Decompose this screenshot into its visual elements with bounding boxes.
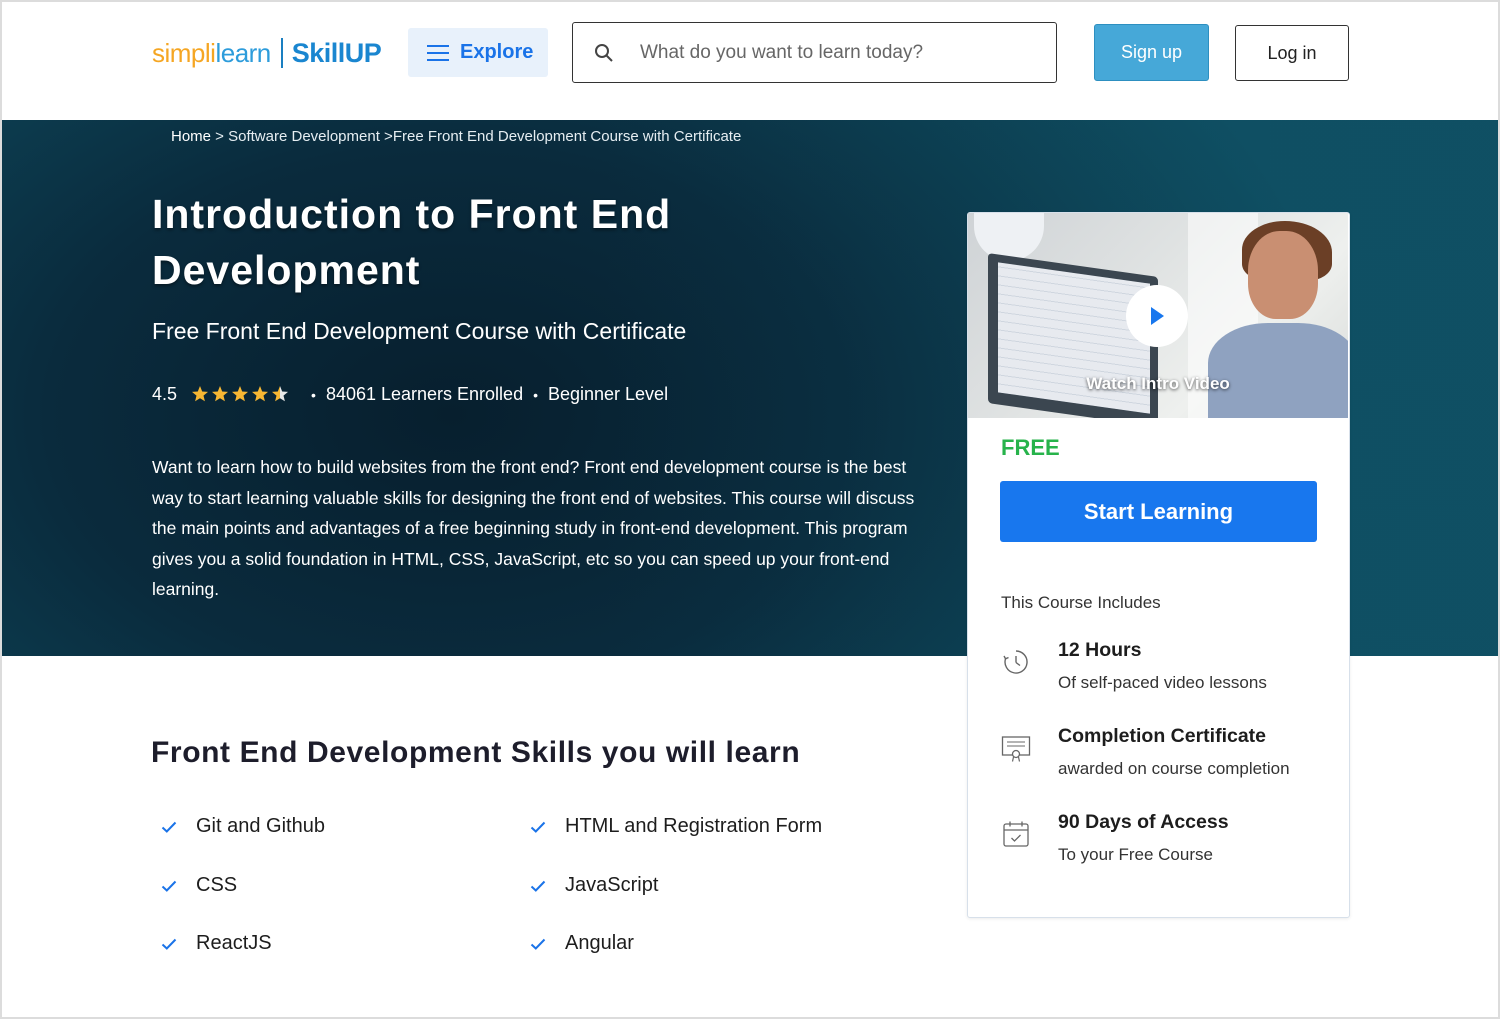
search-input[interactable]	[640, 41, 1030, 64]
explore-button[interactable]: Explore	[408, 28, 548, 77]
play-button[interactable]	[1126, 285, 1188, 347]
include-subtitle: To your Free Course	[1058, 845, 1213, 864]
skill-item: Angular	[530, 932, 634, 955]
logo-text-learn: learn	[215, 37, 271, 68]
page-subtitle: Free Front End Development Course with C…	[152, 318, 687, 344]
skill-item: JavaScript	[530, 874, 658, 897]
stars-icon	[192, 385, 289, 401]
skill-label: Git and Github	[196, 815, 325, 837]
page-title: Introduction to Front End Development	[152, 191, 672, 293]
learners-enrolled: 84061 Learners Enrolled	[325, 384, 524, 404]
meta-separator: •	[533, 386, 538, 403]
video-scene-lamp	[974, 213, 1044, 261]
skill-label: JavaScript	[565, 874, 659, 896]
explore-label: Explore	[460, 41, 534, 63]
skills-heading: Front End Development Skills you will le…	[151, 736, 801, 769]
skill-label: HTML and Registration Form	[565, 815, 823, 837]
breadcrumb: Home > Software Development >Free Front …	[171, 128, 741, 145]
start-learning-button[interactable]: Start Learning	[1000, 481, 1317, 542]
calendar-icon	[1003, 821, 1029, 847]
site-logo[interactable]: simplilearn SkillUP	[152, 33, 382, 73]
skill-item: CSS	[161, 874, 237, 897]
skill-item: HTML and Registration Form	[530, 815, 822, 838]
includes-heading: This Course Includes	[1001, 593, 1161, 612]
skill-item: ReactJS	[161, 932, 272, 955]
search-bar	[572, 22, 1057, 83]
breadcrumb-home[interactable]: Home	[171, 128, 211, 145]
breadcrumb-category[interactable]: Software Development	[228, 128, 380, 145]
video-scene-person-head	[1248, 231, 1318, 319]
course-meta: 4.5 • 84061 Learners Enrolled • Beginner…	[152, 384, 668, 405]
skill-item: Git and Github	[161, 815, 325, 838]
check-icon	[161, 880, 177, 892]
include-subtitle: awarded on course completion	[1058, 759, 1290, 778]
check-icon	[530, 821, 546, 833]
skill-label: ReactJS	[196, 932, 272, 954]
breadcrumb-current: Free Front End Development Course with C…	[392, 128, 742, 145]
video-scene-person	[1208, 323, 1348, 418]
check-icon	[530, 938, 546, 950]
price-label: FREE	[1001, 435, 1060, 460]
check-icon	[161, 938, 177, 950]
search-icon	[595, 43, 613, 62]
play-icon	[1151, 307, 1164, 325]
login-button[interactable]: Log in	[1235, 25, 1349, 81]
skill-label: CSS	[196, 874, 238, 896]
certificate-icon	[1001, 736, 1031, 762]
logo-simplilearn: simplilearn	[152, 38, 271, 69]
meta-separator: •	[311, 386, 316, 403]
breadcrumb-separator: >	[211, 128, 229, 145]
logo-skillup: SkillUP	[291, 37, 382, 68]
rating-value: 4.5	[152, 384, 178, 404]
include-subtitle: Of self-paced video lessons	[1058, 673, 1267, 692]
include-title: Completion Certificate	[1058, 725, 1267, 747]
intro-video-thumbnail[interactable]: Watch Intro Video	[968, 213, 1348, 418]
include-title: 12 Hours	[1058, 639, 1142, 661]
rating-stars	[191, 385, 291, 405]
skill-label: Angular	[565, 932, 634, 954]
course-description: Want to learn how to build websites from…	[152, 457, 915, 599]
clock-icon	[1003, 650, 1028, 674]
breadcrumb-separator: >	[379, 128, 393, 145]
course-card: Watch Intro Video FREE Start Learning Th…	[967, 212, 1350, 918]
hamburger-icon	[427, 44, 449, 61]
site-header: simplilearn SkillUP Explore Sign up Log …	[0, 0, 1500, 120]
check-icon	[161, 821, 177, 833]
logo-text-simpli: simpli	[152, 37, 216, 68]
include-title: 90 Days of Access	[1058, 811, 1229, 833]
signup-button[interactable]: Sign up	[1094, 24, 1209, 81]
course-level: Beginner Level	[547, 384, 669, 404]
logo-divider	[280, 38, 283, 68]
check-icon	[530, 880, 546, 892]
watch-intro-label: Watch Intro Video	[1086, 374, 1230, 393]
